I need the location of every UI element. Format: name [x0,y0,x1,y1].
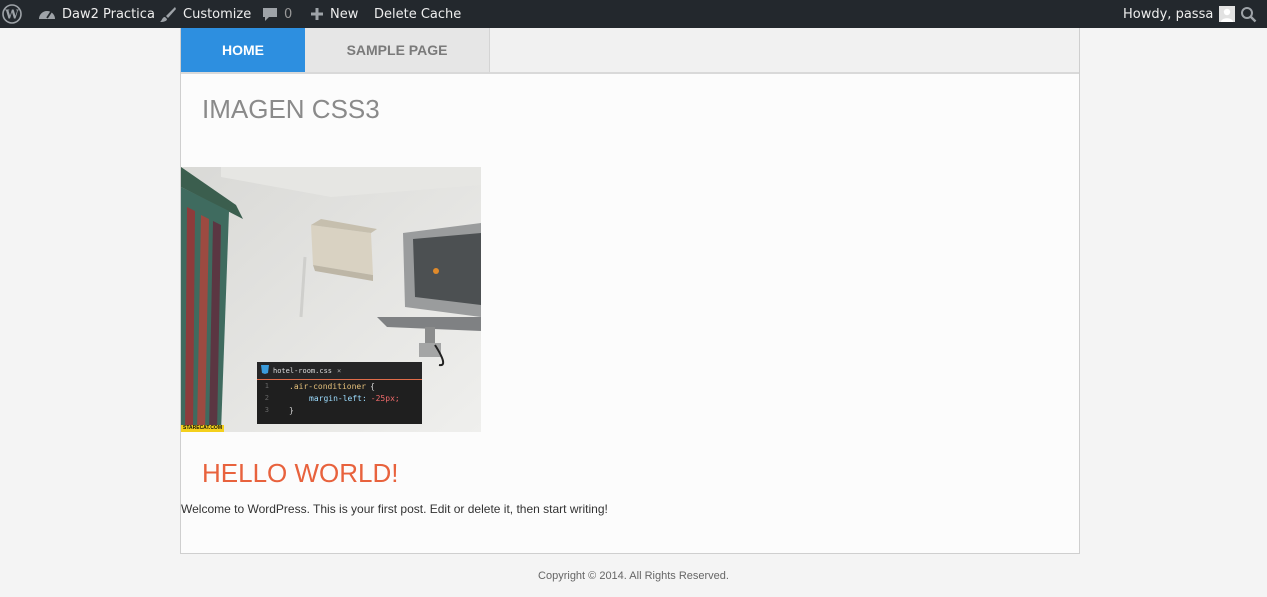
post-title-hello-world[interactable]: HELLO WORLD! [202,458,399,489]
primary-nav: Home Sample Page [181,28,1079,74]
wordpress-logo-icon: W [2,4,22,24]
code-line-number: 3 [264,406,269,414]
nav-item-sample-page[interactable]: Sample Page [305,28,490,72]
site-name-menu[interactable]: Daw2 Practica [38,0,155,28]
code-line: 1 .air-conditioner { [257,380,422,392]
search-button[interactable] [1240,0,1263,28]
site-container: Home Sample Page IMAGEN CSS3 [180,28,1080,554]
svg-text:W: W [4,7,19,21]
code-tab-filename: hotel-room.css [273,366,333,375]
search-icon [1240,6,1257,23]
dashboard-icon [38,6,56,22]
my-account-menu[interactable]: Howdy, passa [1123,0,1236,28]
brush-icon [159,5,177,23]
image-watermark: STARECAT.COM [181,425,224,432]
code-tab-bar: hotel-room.css × [257,362,422,380]
code-line: 3 } [257,404,422,416]
code-close-brace: } [289,405,294,415]
code-line-number: 2 [264,394,269,402]
post-title-imagen-css3[interactable]: IMAGEN CSS3 [202,94,380,125]
code-selector: .air-conditioner [289,381,367,391]
code-open-brace: { [370,381,375,391]
code-line-number: 1 [264,382,269,390]
admin-bar: W Daw2 Practica Customize 0 New Delete C… [0,0,1267,28]
user-avatar-icon [1219,6,1236,22]
delete-cache-label: Delete Cache [374,6,462,22]
css-file-icon [261,365,269,376]
howdy-label: Howdy, passa [1123,6,1214,22]
footer-copyright: Copyright © 2014. All Rights Reserved. [538,570,729,582]
comments-link[interactable]: 0 [262,0,292,28]
delete-cache-link[interactable]: Delete Cache [374,0,461,28]
customize-label: Customize [183,6,252,22]
nav-item-home[interactable]: Home [181,28,305,72]
new-label: New [330,6,359,22]
code-property: margin-left: [309,393,367,403]
code-tab-close-icon: × [337,366,342,375]
code-value: -25px; [370,393,400,403]
post-excerpt: Welcome to WordPress. This is your first… [181,502,608,516]
comment-bubble-icon [262,6,278,22]
customize-link[interactable]: Customize [159,0,251,28]
code-editor-overlay: hotel-room.css × 1 .air-conditioner { 2 … [257,362,422,424]
new-content-menu[interactable]: New [310,0,358,28]
post-image-hotel-room: hotel-room.css × 1 .air-conditioner { 2 … [181,167,481,432]
site-name-label: Daw2 Practica [62,6,155,22]
comments-count: 0 [284,6,293,22]
code-line: 2 margin-left: -25px; [257,392,422,404]
plus-icon [310,7,324,21]
wp-logo-menu[interactable]: W [2,0,28,28]
